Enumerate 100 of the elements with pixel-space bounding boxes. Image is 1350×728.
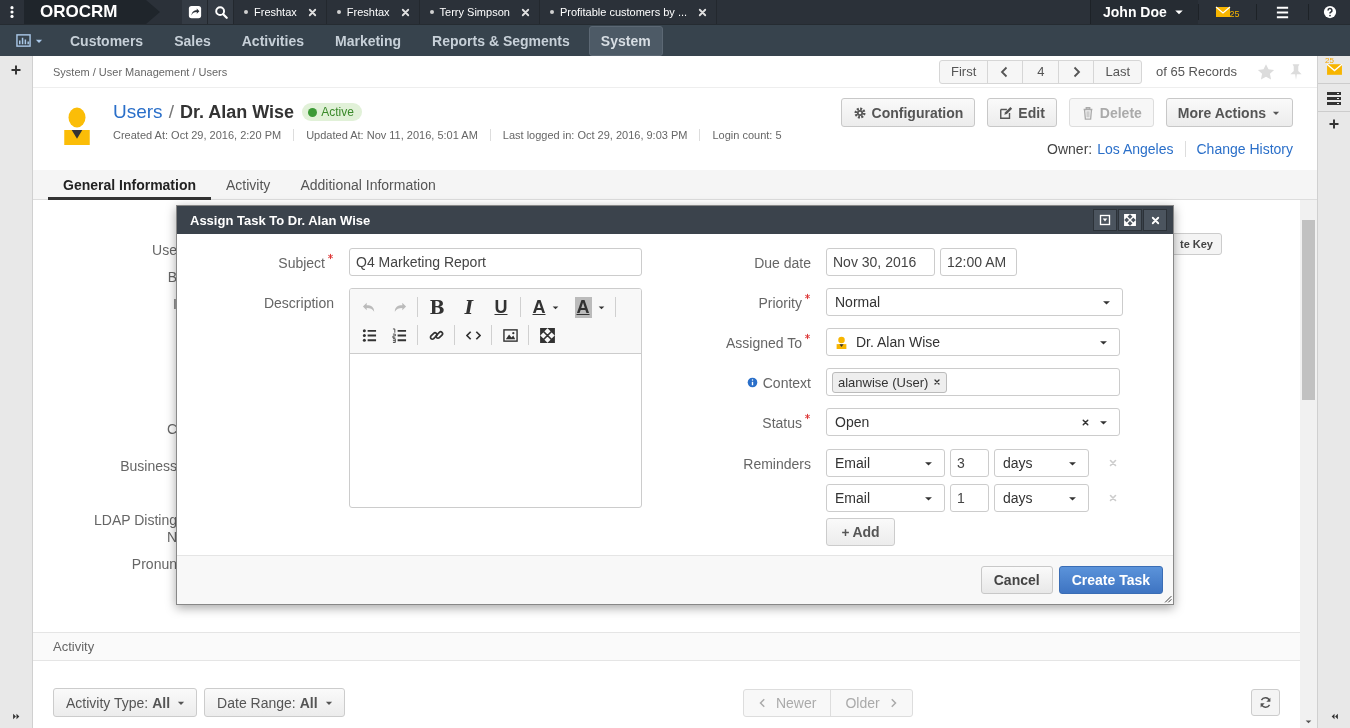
owner-label: Owner: [1047, 141, 1093, 157]
close-icon [519, 6, 531, 18]
dashboard-menu[interactable] [16, 33, 44, 48]
owner-link[interactable]: Los Angeles [1097, 141, 1174, 157]
notifications-button[interactable]: 25 [1198, 4, 1256, 20]
change-history-link[interactable]: Change History [1196, 141, 1293, 157]
record-count: of 65 Records [1156, 64, 1237, 79]
context-field[interactable]: alanwise (User) [826, 368, 1120, 396]
section-title: Activity [53, 639, 95, 654]
context-tag: alanwise (User) [832, 371, 948, 393]
star-icon [1257, 62, 1275, 81]
share-icon [187, 5, 202, 19]
description-editor[interactable]: B I U A A [349, 288, 642, 508]
reminder-count-field[interactable]: 3 [950, 449, 989, 477]
close-icon [399, 6, 411, 18]
status-badge: Active [302, 103, 362, 121]
plus-icon [841, 527, 851, 537]
close-button[interactable] [306, 6, 318, 18]
cancel-button[interactable]: Cancel [980, 566, 1053, 594]
minimize-button[interactable] [1093, 209, 1117, 231]
edit-icon [999, 105, 1014, 120]
first-page-button[interactable]: First [939, 60, 989, 83]
more-actions-button[interactable]: More Actions [1165, 98, 1293, 127]
remove-icon [933, 378, 942, 386]
tab[interactable]: General Information [48, 170, 212, 200]
filter-dropdown[interactable]: Date Range: All [204, 688, 345, 717]
notification-count: 25 [1325, 56, 1334, 65]
field-label: N [166, 529, 177, 546]
title-separator: / [168, 101, 174, 123]
field-label: Use [152, 242, 177, 259]
close-button[interactable] [1143, 209, 1167, 231]
tab[interactable]: Additional Information [285, 170, 451, 200]
reminder-count-field[interactable]: 1 [950, 484, 989, 512]
date-field[interactable]: Nov 30, 2016 [826, 248, 935, 276]
users-link[interactable]: Users [113, 101, 163, 123]
double-arrow-icon [11, 711, 21, 721]
field-label: Due date [753, 254, 811, 271]
create-task-button[interactable]: Create Task [1058, 566, 1163, 594]
filter-dropdown[interactable]: Activity Type: All [53, 688, 198, 717]
field-label: Reminders [742, 455, 811, 472]
chevron-left-icon [757, 697, 768, 708]
notification-count: 25 [1229, 9, 1240, 19]
time-field[interactable]: 12:00 AM [940, 248, 1017, 276]
field-label: C [166, 421, 177, 438]
search-icon [213, 5, 228, 19]
refresh-button[interactable] [1251, 689, 1280, 716]
tab[interactable]: Activity [211, 170, 286, 200]
reminder-method-select[interactable]: Email [826, 484, 945, 512]
nav-item[interactable]: Sales [162, 25, 223, 56]
search-button[interactable] [208, 0, 234, 24]
mail-icon [1215, 4, 1232, 20]
plus-icon [1328, 118, 1340, 130]
user-avatar-icon [835, 335, 848, 349]
reminder-method-select[interactable]: Email [826, 449, 945, 477]
edit-button[interactable]: Edit [987, 98, 1057, 127]
bold-button[interactable]: B [421, 294, 453, 320]
help-icon [1322, 5, 1337, 19]
nav-item[interactable]: Activities [229, 25, 316, 56]
close-icon [1108, 493, 1118, 503]
field-label: Context [762, 375, 811, 391]
reminder-unit-select[interactable]: days [994, 484, 1089, 512]
underline-button[interactable]: U [485, 294, 517, 320]
minimize-icon [1099, 214, 1111, 226]
pinned-tab-title: Freshtax [346, 6, 390, 18]
close-icon [1149, 214, 1161, 226]
italic-button[interactable]: I [453, 294, 485, 320]
breadcrumb: System / User Management / Users [53, 65, 228, 78]
nav-item[interactable]: System [588, 25, 663, 56]
gear-icon [852, 105, 867, 120]
subject-field[interactable]: Q4 Marketing Report [349, 248, 642, 276]
last-page-button[interactable]: Last [1094, 60, 1142, 83]
scrollbar[interactable] [1300, 200, 1317, 728]
configure-button[interactable]: Configuration [840, 98, 976, 127]
user-menu[interactable]: John Doe [1090, 0, 1198, 24]
field-label: Priority [651, 288, 811, 311]
priority-select[interactable]: Normal [826, 288, 1123, 316]
nav-item[interactable]: Customers [58, 25, 156, 56]
field-label: Description [262, 294, 334, 311]
backcolor-button[interactable]: A [568, 294, 612, 320]
nav-item[interactable]: Reports & Segments [420, 25, 582, 56]
add-reminder-button[interactable]: Add [826, 518, 895, 546]
share-button[interactable] [182, 0, 208, 24]
reminder-unit-select[interactable]: days [994, 449, 1089, 477]
mail-icon [1325, 61, 1343, 78]
dialog-title: Assign Task To Dr. Alan Wise [190, 212, 371, 228]
pinned-tab-title: Terry Simpson [439, 6, 510, 18]
list-icon [1326, 89, 1342, 106]
close-button[interactable] [399, 6, 411, 18]
info-icon [746, 377, 758, 388]
maximize-button[interactable] [1118, 209, 1142, 231]
meta-text: Login count: 5 [699, 129, 794, 141]
assignee-select[interactable]: Dr. Alan Wise [826, 328, 1120, 356]
chart-icon [16, 33, 31, 48]
status-select[interactable]: Open [826, 408, 1120, 436]
forecolor-button[interactable]: A [524, 294, 568, 320]
nav-item[interactable]: Marketing [323, 25, 414, 56]
close-button[interactable] [697, 6, 709, 18]
meta-text: Created At: Oct 29, 2016, 2:20 PM [113, 129, 283, 141]
close-button[interactable] [519, 6, 531, 18]
menu-icon [1275, 4, 1290, 20]
